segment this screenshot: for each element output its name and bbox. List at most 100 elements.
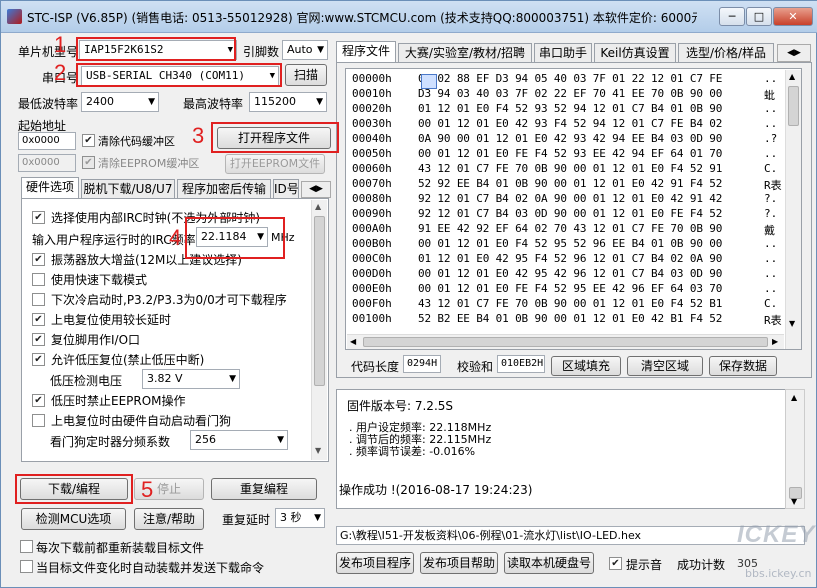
tab-hardware-options[interactable]: 硬件选项	[21, 177, 79, 199]
hex-ascii: ..	[764, 252, 778, 265]
tab-scroll-arrows[interactable]: ◀▶	[777, 44, 811, 62]
hex-address: 00060h	[352, 162, 392, 175]
option-checkbox[interactable]	[32, 293, 45, 306]
min-baud-select[interactable]: 2400 ▼	[81, 92, 159, 112]
option-row[interactable]: ✔ 上电复位使用较长延时	[32, 311, 171, 328]
tab-serial-assistant[interactable]: 串口助手	[534, 43, 592, 63]
publish-program-button[interactable]: 发布项目程序	[336, 552, 414, 574]
clear-eeprom-checkbox[interactable]: ✔	[82, 156, 95, 169]
open-program-file-button[interactable]: 打开程序文件	[217, 127, 331, 149]
tab-keil-settings[interactable]: Keil仿真设置	[594, 43, 676, 63]
close-button[interactable]: ✕	[773, 7, 813, 26]
clear-area-button[interactable]: 清空区域	[627, 356, 703, 376]
option-row[interactable]: 下次冷启动时,P3.2/P3.3为0/0才可下载程序	[32, 291, 287, 308]
code-start-address-input[interactable]: 0x0000	[18, 132, 76, 150]
retry-delay-value: 3 秒	[280, 511, 302, 524]
minimize-button[interactable]: ─	[719, 7, 745, 26]
chevron-down-icon[interactable]: ▼	[789, 319, 795, 328]
hex-address: 00050h	[352, 147, 392, 160]
tab-offline-download[interactable]: 脱机下载/U8/U7	[81, 179, 175, 199]
tab-selection-price[interactable]: 选型/价格/样品	[678, 43, 774, 63]
chevron-up-icon[interactable]: ▲	[791, 393, 797, 402]
chevron-down-icon[interactable]: ▼	[791, 497, 797, 506]
hex-ascii: C.	[764, 297, 778, 310]
chevron-left-icon[interactable]: ◀	[350, 337, 356, 346]
option-label: 上电复位使用较长延时	[51, 313, 172, 327]
option-checkbox[interactable]: ✔	[32, 394, 45, 407]
option-checkbox[interactable]: ✔	[32, 211, 45, 224]
read-disk-id-button[interactable]: 读取本机硬盘号	[504, 552, 594, 574]
clear-code-checkbox[interactable]: ✔	[82, 134, 95, 147]
option-checkbox[interactable]: ✔	[32, 253, 45, 266]
irc-frequency-select[interactable]: 22.1184 ▼	[196, 227, 268, 247]
mcu-select[interactable]: IAP15F2K61S2 ▼	[79, 40, 237, 60]
help-button[interactable]: 注意/帮助	[134, 508, 204, 530]
option-checkbox[interactable]: ✔	[32, 313, 45, 326]
reload-before-download-checkbox[interactable]	[20, 540, 33, 553]
scrollbar-thumb[interactable]	[788, 86, 799, 126]
option-checkbox[interactable]: ✔	[32, 333, 45, 346]
option-checkbox[interactable]	[32, 273, 45, 286]
title-bar[interactable]: STC-ISP (V6.85P) (销售电话: 0513-55012928) 官…	[1, 1, 817, 33]
clear-code-label: 清除代码缓冲区	[98, 135, 175, 148]
tab-program-file[interactable]: 程序文件	[336, 41, 396, 63]
chevron-up-icon[interactable]: ▲	[789, 72, 795, 81]
option-row[interactable]: ✔ 允许低压复位(禁止低压中断)	[32, 351, 204, 368]
option-label: 低压时禁止EEPROM操作	[51, 394, 186, 408]
log-output[interactable]: 固件版本号: 7.2.5S . 用户设定频率: 22.118MHz . 调节后的…	[336, 389, 805, 509]
hex-horizontal-scrollbar[interactable]: ◀ ▶	[347, 334, 784, 349]
hex-ascii: 戴	[764, 224, 775, 237]
log-scrollbar[interactable]: ▲ ▼	[785, 389, 805, 509]
port-value: USB-SERIAL CH340 (COM11)	[86, 69, 245, 82]
window-title: STC-ISP (V6.85P) (销售电话: 0513-55012928) 官…	[27, 11, 697, 25]
irc-frequency-value: 22.1184	[201, 230, 247, 243]
chevron-down-icon: ▼	[229, 374, 236, 384]
save-data-button[interactable]: 保存数据	[709, 356, 777, 376]
option-row[interactable]: ✔ 选择使用内部IRC时钟(不选为外部时钟)	[32, 209, 260, 226]
auto-load-checkbox[interactable]	[20, 560, 33, 573]
retry-delay-select[interactable]: 3 秒 ▼	[275, 508, 325, 528]
sound-checkbox[interactable]: ✔	[609, 557, 622, 570]
hex-viewer[interactable]: 00000h 02 02 88 EF D3 94 05 40 03 7F 01 2…	[345, 68, 802, 350]
wdt-value: 256	[195, 433, 216, 446]
chevron-left-icon: ◀	[309, 184, 316, 194]
irc-unit-label: MHz	[271, 231, 295, 244]
options-scrollbar[interactable]: ▲ ▼	[311, 200, 327, 460]
hex-ascii: ..	[764, 282, 778, 295]
max-baud-select[interactable]: 115200 ▼	[249, 92, 327, 112]
option-row[interactable]: ✔ 复位脚用作I/O口	[32, 331, 140, 348]
tab-competition[interactable]: 大赛/实验室/教材/招聘	[398, 43, 532, 63]
tab-scroll-arrows[interactable]: ◀▶	[301, 181, 331, 198]
option-checkbox[interactable]: ✔	[32, 353, 45, 366]
file-path-field[interactable]: G:\教程\I51-开发板资料\06-例程\01-流水灯\list\IO-LED…	[336, 526, 805, 545]
download-program-button[interactable]: 下载/编程	[20, 478, 128, 500]
hex-ascii: R表	[764, 179, 782, 192]
option-row[interactable]: ✔ 低压时禁止EEPROM操作	[32, 392, 186, 409]
scan-button[interactable]: 扫描	[285, 64, 327, 86]
tab-id-number[interactable]: ID号	[273, 179, 299, 199]
chevron-right-icon[interactable]: ▶	[772, 337, 778, 346]
wdt-select[interactable]: 256 ▼	[190, 430, 288, 450]
option-row[interactable]: ✔ 振荡器放大增益(12M以上建议选择)	[32, 251, 242, 268]
lvd-select[interactable]: 3.82 V ▼	[142, 369, 240, 389]
open-eeprom-file-button[interactable]: 打开EEPROM文件	[225, 154, 325, 174]
repeat-program-button[interactable]: 重复编程	[211, 478, 317, 500]
option-row[interactable]: 使用快速下载模式	[32, 271, 147, 288]
hex-address: 00070h	[352, 177, 392, 190]
eeprom-start-address-input[interactable]: 0x0000	[18, 154, 76, 172]
fill-area-button[interactable]: 区域填充	[551, 356, 621, 376]
chevron-up-icon[interactable]: ▲	[315, 202, 321, 211]
hex-vertical-scrollbar[interactable]: ▲ ▼	[785, 70, 801, 349]
option-checkbox[interactable]	[32, 414, 45, 427]
tab-encrypted-transfer[interactable]: 程序加密后传输	[177, 179, 271, 199]
restore-button[interactable]: □	[746, 7, 772, 26]
hex-ascii: R表	[764, 314, 782, 327]
pins-select[interactable]: Auto ▼	[282, 40, 328, 60]
chevron-down-icon[interactable]: ▼	[315, 446, 321, 455]
option-row[interactable]: 上电复位时由硬件自动启动看门狗	[32, 412, 231, 429]
check-mcu-options-button[interactable]: 检测MCU选项	[21, 508, 126, 530]
publish-help-button[interactable]: 发布项目帮助	[420, 552, 498, 574]
scrollbar-thumb[interactable]	[363, 337, 768, 347]
scrollbar-thumb[interactable]	[314, 216, 325, 386]
port-select[interactable]: USB-SERIAL CH340 (COM11) ▼	[81, 66, 279, 86]
